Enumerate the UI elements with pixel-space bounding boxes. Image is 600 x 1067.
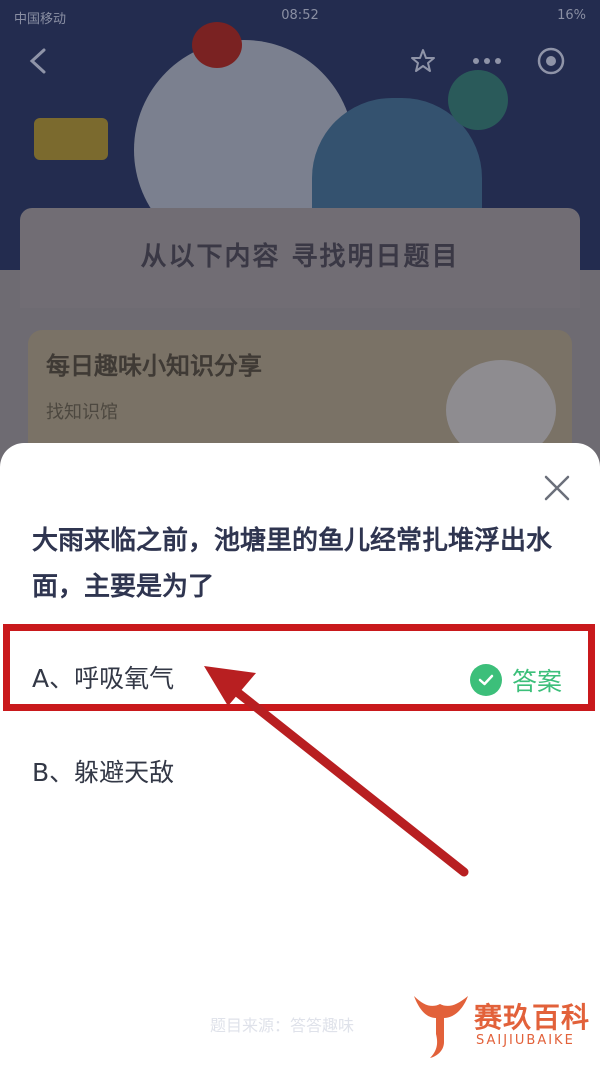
watermark-subtext: SAIJIUBAIKE bbox=[476, 1033, 575, 1048]
whale-tail-icon bbox=[414, 996, 468, 1058]
watermark-text: 赛玖百科 bbox=[474, 1001, 591, 1034]
arrow-annotation bbox=[204, 666, 469, 877]
